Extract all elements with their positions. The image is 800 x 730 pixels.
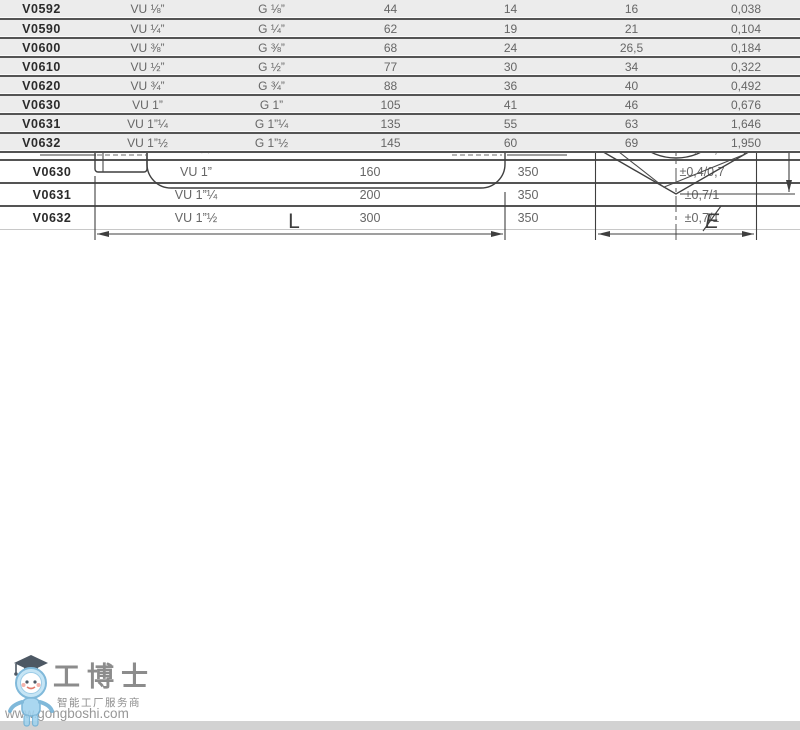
type-cell: VU ¾” bbox=[83, 76, 212, 95]
watermark-url: www.gongboshi.com bbox=[5, 706, 129, 721]
length-l-cell: 44 bbox=[331, 0, 450, 19]
code-cell: V0632 bbox=[0, 133, 83, 152]
type-cell: VU 1”¼ bbox=[83, 114, 212, 133]
table-row: V0592VU ⅛”G ⅛”4414160,038 bbox=[0, 0, 800, 19]
dim-e-cell: 41 bbox=[450, 95, 571, 114]
code-cell: V0620 bbox=[0, 76, 83, 95]
weight-cell: 0,322 bbox=[692, 57, 800, 76]
dim-e-cell: 19 bbox=[450, 19, 571, 38]
table-row: V0630VU 1”G 1”10541460,676 bbox=[0, 95, 800, 114]
table-row: V0632VU 1”½G 1”½14560691,950 bbox=[0, 133, 800, 152]
length-l-cell: 77 bbox=[331, 57, 450, 76]
type-cell: VU 1” bbox=[83, 95, 212, 114]
code-cell: V0630 bbox=[0, 95, 83, 114]
type-cell: VU ⅛” bbox=[83, 0, 212, 19]
table-row: V0620VU ¾”G ¾”8836400,492 bbox=[0, 76, 800, 95]
datasheet-page: CODICE CODE SIGLA TYPE PORTATA MAX MAX F… bbox=[0, 0, 800, 730]
gas-thread-cell: G ¾” bbox=[212, 76, 331, 95]
dim-d-cell: 63 bbox=[571, 114, 692, 133]
dim-d-cell: 34 bbox=[571, 57, 692, 76]
code-cell: V0592 bbox=[0, 0, 83, 19]
watermark-brand: 工博士 bbox=[53, 655, 183, 694]
dim-e-cell: 24 bbox=[450, 38, 571, 57]
type-cell: VU ½” bbox=[83, 57, 212, 76]
length-l-cell: 62 bbox=[331, 19, 450, 38]
weight-cell: 1,950 bbox=[692, 133, 800, 152]
dim-e-cell: 14 bbox=[450, 0, 571, 19]
dim-d-cell: 21 bbox=[571, 19, 692, 38]
length-l-cell: 135 bbox=[331, 114, 450, 133]
type-cell: VU ⅜” bbox=[83, 38, 212, 57]
dim-e-cell: 36 bbox=[450, 76, 571, 95]
weight-cell: 0,676 bbox=[692, 95, 800, 114]
dim-l: L bbox=[95, 176, 505, 240]
page-footer-band bbox=[0, 721, 800, 730]
dim-d-cell: 40 bbox=[571, 76, 692, 95]
dim-e-cell: 55 bbox=[450, 114, 571, 133]
dim-e-cell: 60 bbox=[450, 133, 571, 152]
weight-cell: 0,104 bbox=[692, 19, 800, 38]
gongboshi-watermark: www.gongboshi.com bbox=[0, 645, 190, 730]
table-row: V0631VU 1”¼G 1”¼13555631,646 bbox=[0, 114, 800, 133]
length-l-cell: 105 bbox=[331, 95, 450, 114]
dim-label-l: L bbox=[288, 210, 300, 233]
gas-thread-cell: G ⅛” bbox=[212, 0, 331, 19]
gas-thread-cell: G 1”½ bbox=[212, 133, 331, 152]
gas-thread-cell: G ⅜” bbox=[212, 38, 331, 57]
length-l-cell: 68 bbox=[331, 38, 450, 57]
gas-thread-cell: G ¼” bbox=[212, 19, 331, 38]
gas-thread-cell: G ½” bbox=[212, 57, 331, 76]
table-row: V0590VU ¼”G ¼”6219210,104 bbox=[0, 19, 800, 38]
length-l-cell: 88 bbox=[331, 76, 450, 95]
code-cell: V0631 bbox=[0, 114, 83, 133]
type-cell: VU ¼” bbox=[83, 19, 212, 38]
gas-thread-cell: G 1” bbox=[212, 95, 331, 114]
gongboshi-mascot-logo bbox=[8, 651, 54, 729]
dim-label-e: E bbox=[705, 210, 720, 233]
weight-cell: 0,038 bbox=[692, 0, 800, 19]
table-row: V0610VU ½”G ½”7730340,322 bbox=[0, 57, 800, 76]
length-l-cell: 145 bbox=[331, 133, 450, 152]
weight-cell: 0,184 bbox=[692, 38, 800, 57]
gas-thread-cell: G 1”¼ bbox=[212, 114, 331, 133]
dim-d-cell: 69 bbox=[571, 133, 692, 152]
dimensions-table: V0592VU ⅛”G ⅛”4414160,038V0590VU ¼”G ¼”6… bbox=[0, 0, 800, 153]
type-cell: VU 1”½ bbox=[83, 133, 212, 152]
dim-e-cell: 30 bbox=[450, 57, 571, 76]
watermark-tagline: 智能工厂服务商 bbox=[57, 695, 141, 710]
dim-d-cell: 46 bbox=[571, 95, 692, 114]
dim-d-cell: 26,5 bbox=[571, 38, 692, 57]
code-cell: V0600 bbox=[0, 38, 83, 57]
dim-d-cell: 16 bbox=[571, 0, 692, 19]
table-row: V0600VU ⅜”G ⅜”682426,50,184 bbox=[0, 38, 800, 57]
code-cell: V0610 bbox=[0, 57, 83, 76]
weight-cell: 1,646 bbox=[692, 114, 800, 133]
dimensions-table-body: V0592VU ⅛”G ⅛”4414160,038V0590VU ¼”G ¼”6… bbox=[0, 0, 800, 152]
weight-cell: 0,492 bbox=[692, 76, 800, 95]
code-cell: V0590 bbox=[0, 19, 83, 38]
